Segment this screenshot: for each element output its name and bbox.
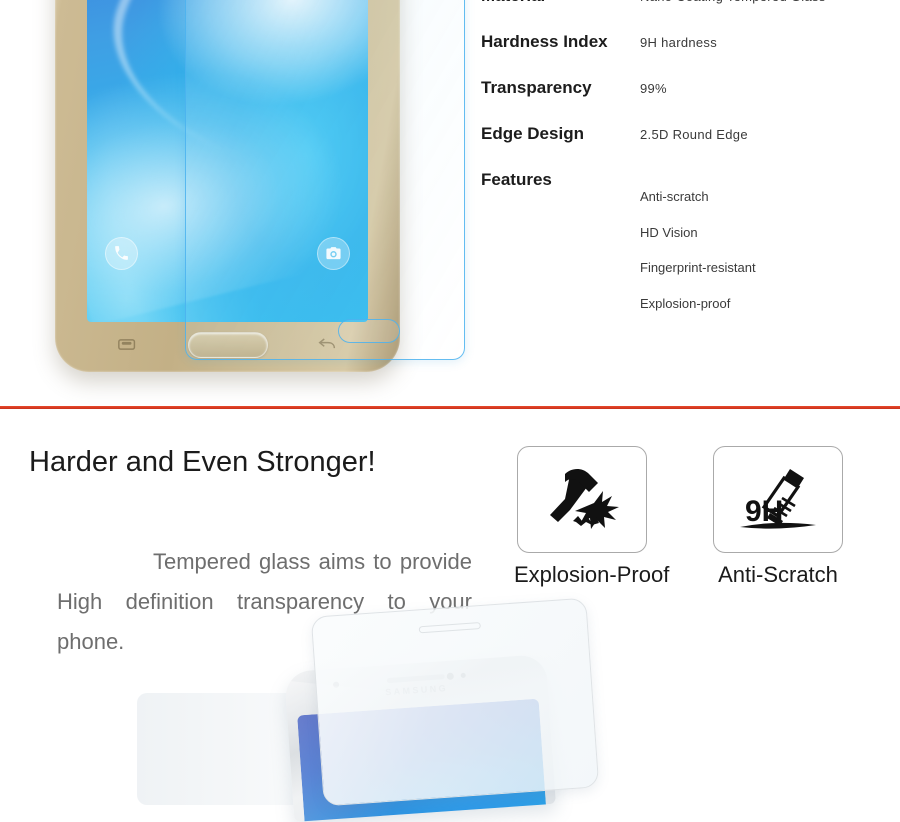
- spec-row-material: Material Nano Coating Tempered Glass: [481, 0, 881, 32]
- badge-box: [517, 446, 647, 553]
- feature-list: Anti-scratch HD Vision Fingerprint-resis…: [640, 179, 756, 321]
- spec-label: Material: [481, 0, 545, 6]
- spec-value: 9H hardness: [640, 35, 718, 50]
- protector-earpiece-cutout: [418, 622, 481, 634]
- spec-row-transparency: Transparency 99%: [481, 78, 881, 124]
- tempered-glass-overlay: [185, 0, 465, 360]
- badge-box: 9H: [713, 446, 843, 553]
- recents-key-icon[interactable]: [117, 337, 139, 352]
- spec-label: Transparency: [481, 78, 592, 97]
- feature-item: Explosion-proof: [640, 295, 731, 311]
- phone-illustration-bottom: SAMSUNG: [137, 597, 625, 822]
- hammer-impact-icon: [550, 468, 619, 529]
- spec-label: Edge Design: [481, 124, 584, 143]
- feature-item: HD Vision: [640, 224, 698, 240]
- spec-label: Features: [481, 170, 552, 189]
- feature-item: Fingerprint-resistant: [640, 260, 756, 275]
- phone-icon[interactable]: [105, 237, 138, 270]
- badge-caption: Anti-Scratch: [718, 562, 838, 587]
- spec-value: Nano Coating Tempered Glass: [640, 0, 826, 4]
- screen-protector-sheet: [310, 597, 600, 807]
- spec-value: 2.5D Round Edge: [640, 127, 748, 142]
- phone-illustration-top: 3月8日, 星期二: [40, 0, 465, 390]
- badge-explosion-proof: Explosion-Proof: [514, 446, 670, 588]
- spec-label: Hardness Index: [481, 32, 608, 51]
- hardness-label: 9H: [745, 495, 783, 528]
- feature-item: Anti-scratch: [640, 189, 709, 204]
- page-title: Harder and Even Stronger!: [29, 446, 376, 478]
- benefits-section: Harder and Even Stronger! Tempered glass…: [0, 409, 900, 822]
- spec-row-hardness-index: Hardness Index 9H hardness: [481, 32, 881, 78]
- badge-caption: Explosion-Proof: [514, 562, 670, 587]
- glass-home-cutout: [338, 319, 400, 343]
- product-detail-page: 3月8日, 星期二: [0, 0, 900, 822]
- badge-anti-scratch: 9H Anti-Scratch: [713, 446, 843, 588]
- spec-row-edge-design: Edge Design 2.5D Round Edge: [481, 124, 881, 170]
- spec-value: 99%: [640, 81, 667, 96]
- spec-section: 3月8日, 星期二: [0, 0, 900, 408]
- 9h-pencil-icon: 9H: [740, 469, 816, 529]
